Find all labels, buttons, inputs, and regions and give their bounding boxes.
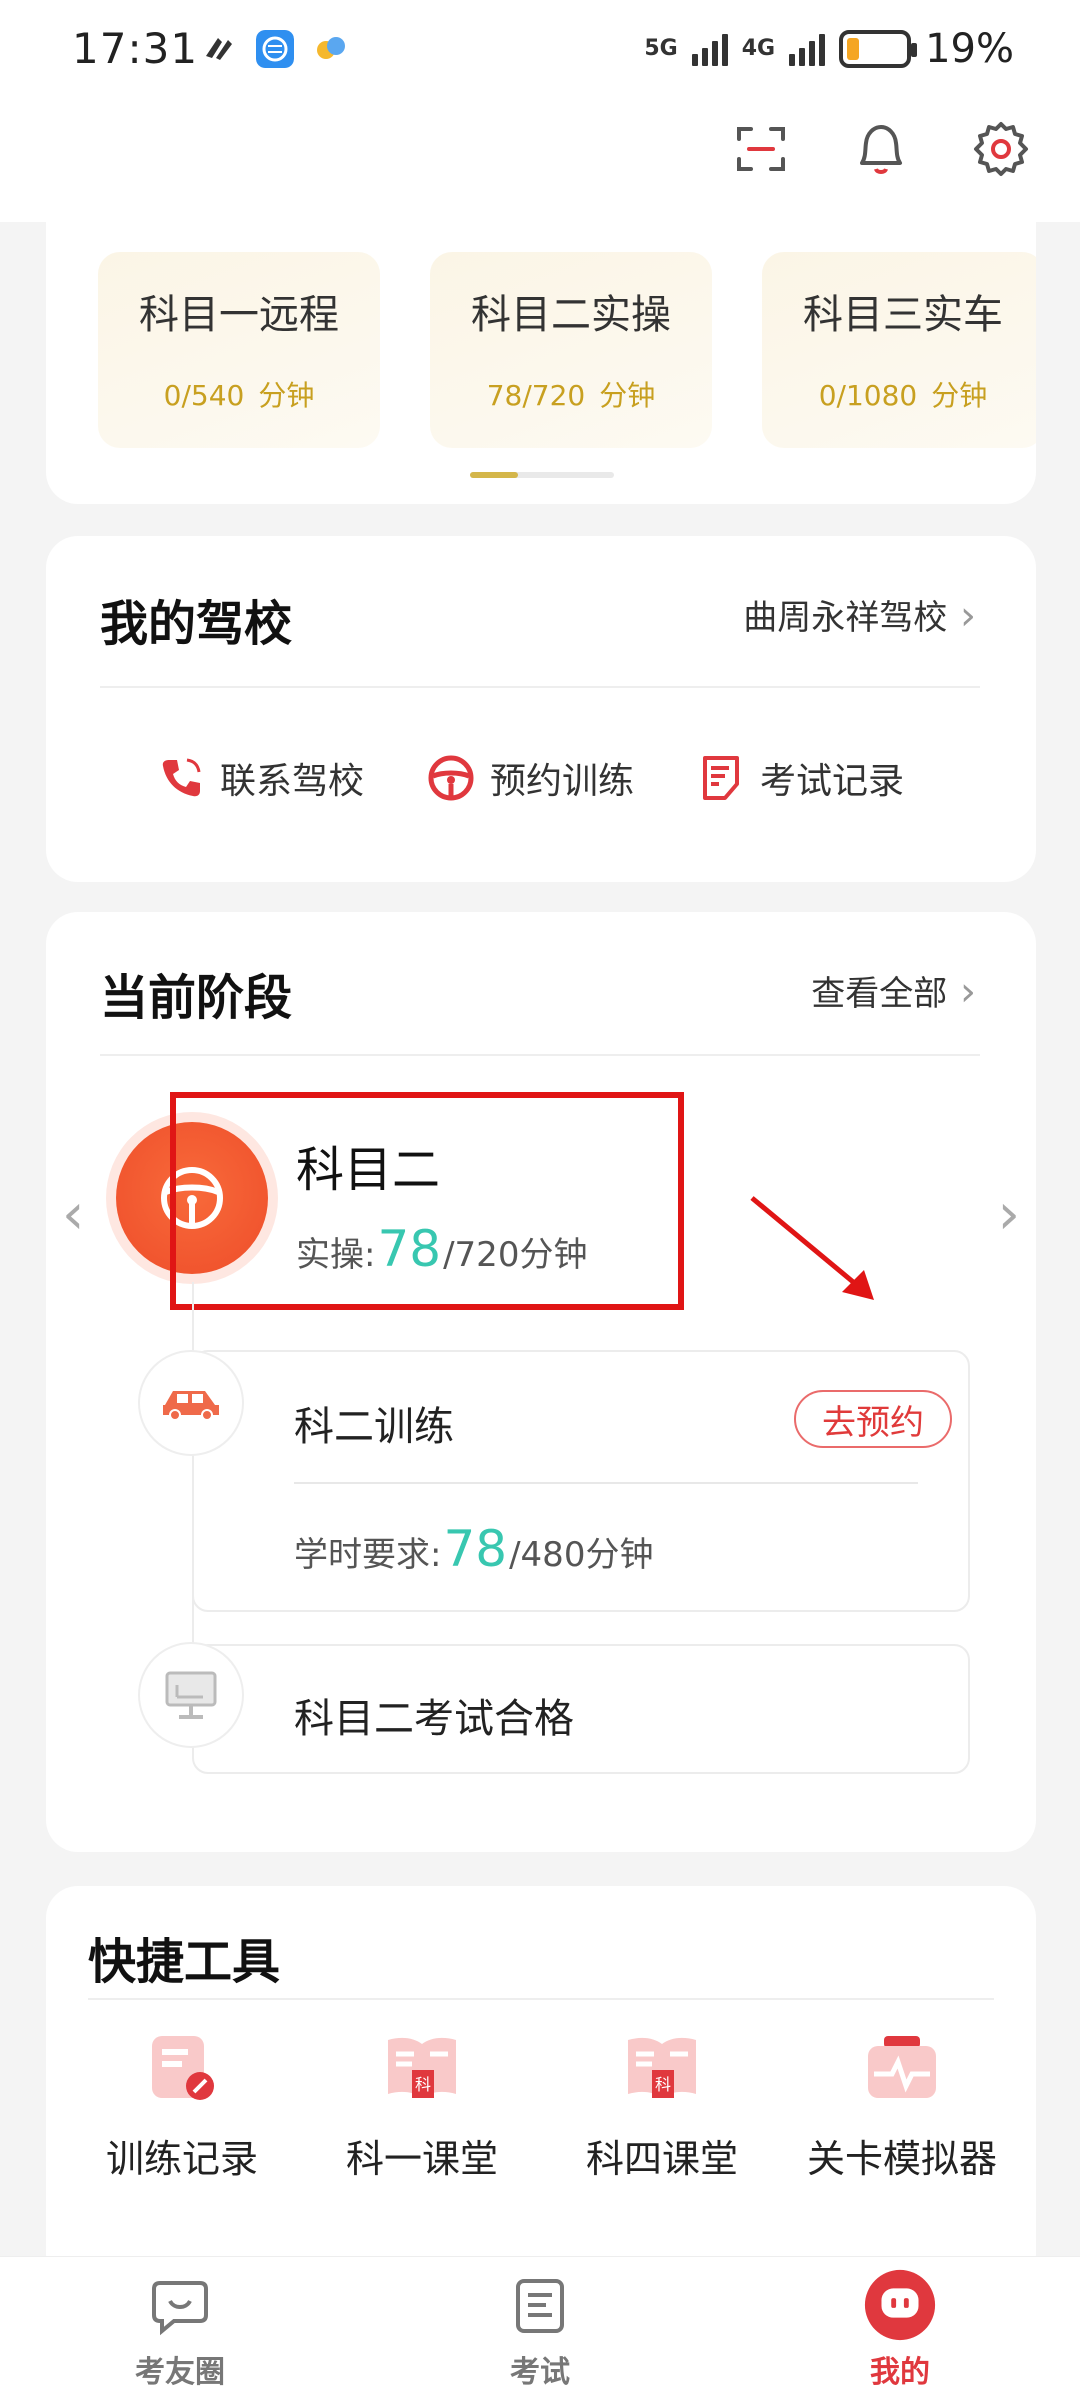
nav-community[interactable]: 考友圈	[0, 2257, 360, 2400]
view-all-link[interactable]: 查看全部	[811, 966, 976, 1015]
book-training-label: 预约训练	[490, 761, 635, 802]
book-training-button[interactable]: 预约训练	[426, 752, 634, 804]
signal-bars-icon	[789, 32, 826, 66]
course-progress: 0/1080 分钟	[818, 379, 988, 412]
chevron-right-icon[interactable]: ›	[998, 1182, 1020, 1247]
stage-step-card[interactable]: 科二训练 去预约 学时要求:78/480分钟	[192, 1350, 970, 1612]
divider	[100, 1054, 980, 1056]
course-progress: 0/540 分钟	[163, 379, 315, 412]
course-tile[interactable]: 科目三实车 0/1080 分钟	[762, 252, 1036, 448]
book-icon: 科	[620, 2026, 704, 2110]
simulator-icon	[860, 2026, 944, 2110]
document-icon	[696, 753, 746, 803]
stage-step-card[interactable]: 科目二考试合格	[192, 1644, 970, 1774]
school-actions: 联系驾校 预约训练 考试记录	[156, 752, 904, 804]
car-icon	[138, 1350, 244, 1456]
course-progress: 78/720 分钟	[486, 379, 656, 412]
school-name-link[interactable]: 曲周永祥驾校	[743, 590, 976, 639]
nav-label: 考友圈	[135, 2354, 225, 2390]
course-title: 科目三实车	[803, 292, 1003, 338]
profile-icon	[862, 2267, 938, 2343]
course-tile[interactable]: 科目二实操 78/720 分钟	[430, 252, 712, 448]
current-stage-card: 当前阶段 查看全部 ‹ › 科目二 实操:78/720分钟 科二训练 去预约 学…	[46, 912, 1036, 1852]
bottom-nav: 考友圈 考试 我的	[0, 2256, 1080, 2400]
step-title: 科二训练	[294, 1404, 454, 1450]
signal-bars-icon	[691, 32, 728, 66]
signal-label-5g: 5G	[644, 36, 678, 61]
svg-text:科: 科	[655, 2075, 671, 2094]
contact-school-button[interactable]: 联系驾校	[156, 752, 364, 804]
bell-icon[interactable]	[850, 118, 912, 180]
subject-one-class-tool[interactable]: 科 科一课堂	[302, 2026, 542, 2183]
nav-exam[interactable]: 考试	[360, 2257, 720, 2400]
tool-label: 关卡模拟器	[806, 2137, 997, 2181]
hours-requirement: 学时要求:78/480分钟	[294, 1520, 654, 1578]
battery-icon	[839, 30, 918, 68]
chat-icon	[142, 2267, 218, 2343]
status-indicators: 5G 4G 19%	[644, 26, 1014, 72]
quick-tools-card: 快捷工具 训练记录 科 科一课堂 科 科四课堂 关卡模拟器	[46, 1886, 1036, 2286]
training-record-tool[interactable]: 训练记录	[62, 2026, 302, 2183]
top-actions	[730, 118, 1032, 180]
book-button[interactable]: 去预约	[794, 1390, 952, 1448]
browser-app-icon	[256, 30, 294, 68]
cloud-app-icon	[317, 37, 345, 59]
training-record-icon	[140, 2026, 224, 2110]
tool-label: 训练记录	[105, 2137, 258, 2181]
course-tiles: 科目一远程 0/540 分钟 科目二实操 78/720 分钟 科目三实车 0/108…	[98, 252, 1036, 448]
driving-school-card: 我的驾校 曲周永祥驾校 联系驾校 预约训练 考试记录	[46, 536, 1036, 882]
section-title: 当前阶段	[100, 970, 293, 1026]
app-notification-icon	[206, 38, 232, 60]
stage-progress: 实操:78/720分钟	[296, 1220, 588, 1278]
nav-label: 考试	[510, 2354, 570, 2390]
exam-record-button[interactable]: 考试记录	[696, 752, 904, 804]
contact-school-label: 联系驾校	[220, 761, 365, 802]
course-tile[interactable]: 科目一远程 0/540 分钟	[98, 252, 380, 448]
tool-label: 科一课堂	[345, 2137, 498, 2181]
tools-row: 训练记录 科 科一课堂 科 科四课堂 关卡模拟器	[62, 2026, 1022, 2183]
battery-percent: 19%	[925, 26, 1014, 72]
scan-icon[interactable]	[730, 118, 792, 180]
section-title: 快捷工具	[88, 1934, 281, 1990]
carousel-indicator	[470, 472, 614, 478]
divider	[88, 1998, 994, 2000]
book-icon: 科	[380, 2026, 464, 2110]
stage-name: 科目二	[296, 1142, 441, 1198]
top-bar: 17:31 5G 4G 19%	[0, 0, 1080, 222]
divider	[100, 686, 980, 688]
svg-text:科: 科	[415, 2075, 431, 2094]
section-title: 我的驾校	[100, 596, 293, 652]
monitor-icon	[138, 1642, 244, 1748]
course-progress-card: 科目一远程 0/540 分钟 科目二实操 78/720 分钟 科目三实车 0/108…	[46, 222, 1036, 504]
phone-icon	[156, 753, 206, 803]
nav-label: 我的	[870, 2354, 930, 2390]
tool-label: 科四课堂	[585, 2137, 738, 2181]
status-time: 17:31	[72, 24, 199, 73]
level-simulator-tool[interactable]: 关卡模拟器	[782, 2026, 1022, 2183]
divider	[294, 1482, 918, 1484]
gear-icon[interactable]	[970, 118, 1032, 180]
subject-four-class-tool[interactable]: 科 科四课堂	[542, 2026, 782, 2183]
status-app-icons	[200, 30, 350, 68]
annotation-arrow-icon	[750, 1196, 874, 1300]
nav-profile[interactable]: 我的	[720, 2257, 1080, 2400]
exam-record-label: 考试记录	[760, 761, 905, 802]
course-title: 科目二实操	[471, 292, 671, 338]
steering-wheel-icon	[426, 753, 476, 803]
step-title: 科目二考试合格	[294, 1696, 574, 1742]
course-title: 科目一远程	[139, 292, 339, 338]
exam-icon	[502, 2267, 578, 2343]
signal-label-4g: 4G	[741, 36, 776, 61]
chevron-left-icon[interactable]: ‹	[62, 1182, 84, 1247]
